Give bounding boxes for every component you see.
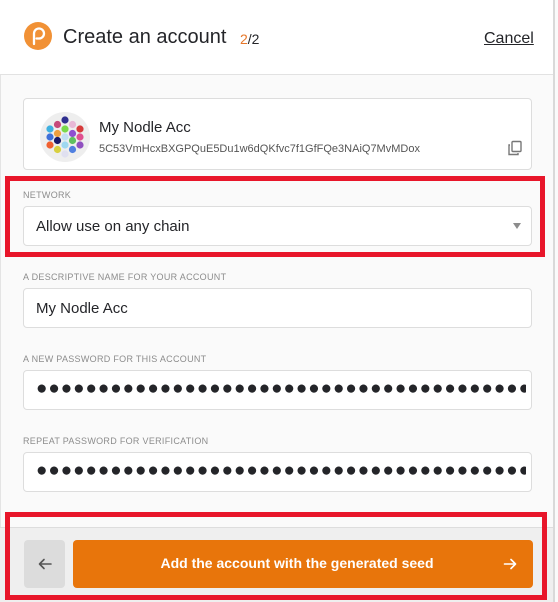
arrow-left-icon — [38, 558, 52, 570]
chevron-down-icon — [513, 223, 521, 229]
page-title: Create an account — [63, 26, 227, 48]
step-total: /2 — [247, 31, 260, 47]
cancel-link[interactable]: Cancel — [484, 30, 534, 48]
scrollbar-edge — [553, 0, 555, 602]
account-name: My Nodle Acc — [99, 119, 191, 136]
account-name-label: A DESCRIPTIVE NAME FOR YOUR ACCOUNT — [23, 272, 227, 282]
left-border — [0, 0, 1, 602]
add-account-button[interactable]: Add the account with the generated seed — [73, 540, 533, 588]
header: Create an account 2/2 Cancel — [0, 0, 553, 75]
repeat-password-input[interactable]: ●●●●●●●●●●●●●●●●●●●●●●●●●●●●●●●●●●●●●●●●… — [23, 452, 532, 492]
repeat-password-label: REPEAT PASSWORD FOR VERIFICATION — [23, 436, 209, 446]
network-label: NETWORK — [23, 190, 72, 200]
copy-icon[interactable] — [507, 140, 523, 156]
arrow-right-icon — [503, 558, 517, 570]
add-account-button-label: Add the account with the generated seed — [160, 555, 434, 571]
account-address: 5C53VmHcxBXGPQuE5Du1w6dQKfvc7f1GfFQe3NAi… — [99, 143, 420, 155]
back-button[interactable] — [24, 540, 65, 588]
network-selected-value: Allow use on any chain — [36, 218, 190, 235]
step-indicator: 2/2 — [240, 31, 259, 47]
account-name-input-value: My Nodle Acc — [36, 300, 128, 317]
account-card: My Nodle Acc 5C53VmHcxBXGPQuE5Du1w6dQKfv… — [23, 98, 532, 170]
network-select[interactable]: Allow use on any chain — [23, 206, 532, 246]
repeat-password-masked-value: ●●●●●●●●●●●●●●●●●●●●●●●●●●●●●●●●●●●●●●●●… — [36, 460, 526, 481]
account-name-input[interactable]: My Nodle Acc — [23, 288, 532, 328]
step-current: 2 — [240, 31, 248, 47]
password-label: A NEW PASSWORD FOR THIS ACCOUNT — [23, 354, 207, 364]
password-masked-value: ●●●●●●●●●●●●●●●●●●●●●●●●●●●●●●●●●●●●●●●●… — [36, 378, 526, 399]
identicon-avatar — [40, 112, 90, 162]
polkadot-logo-icon — [24, 22, 52, 50]
password-input[interactable]: ●●●●●●●●●●●●●●●●●●●●●●●●●●●●●●●●●●●●●●●●… — [23, 370, 532, 410]
